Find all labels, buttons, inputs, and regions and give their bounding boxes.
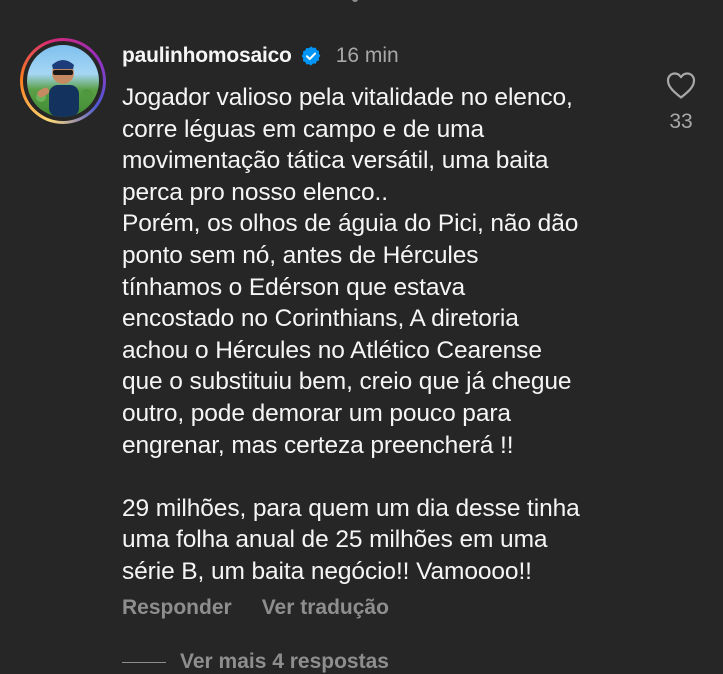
view-more-replies-label: Ver mais 4 respostas bbox=[180, 650, 389, 673]
verified-badge-icon bbox=[301, 46, 321, 66]
comment-text: Jogador valioso pela vitalidade no elenc… bbox=[122, 84, 580, 585]
avatar-story-ring[interactable] bbox=[20, 38, 106, 124]
avatar-photo bbox=[36, 60, 93, 117]
heart-outline-icon[interactable] bbox=[665, 70, 697, 100]
scroll-indicator bbox=[0, 0, 723, 8]
reply-button[interactable]: Responder bbox=[122, 596, 232, 620]
username-link[interactable]: paulinhomosaico bbox=[122, 44, 292, 68]
comment-timestamp: 16 min bbox=[335, 44, 399, 67]
like-column: 33 bbox=[658, 70, 704, 134]
scroll-dot bbox=[352, 0, 358, 2]
comment-header: paulinhomosaico 16 min bbox=[122, 40, 399, 72]
see-translation-button[interactable]: Ver tradução bbox=[262, 596, 389, 620]
like-count: 33 bbox=[669, 110, 693, 133]
view-more-replies-button[interactable]: Ver mais 4 respostas bbox=[122, 650, 389, 674]
reply-divider-line bbox=[122, 661, 166, 663]
comment-actions: Responder Ver tradução bbox=[122, 596, 389, 620]
avatar[interactable] bbox=[27, 45, 99, 117]
